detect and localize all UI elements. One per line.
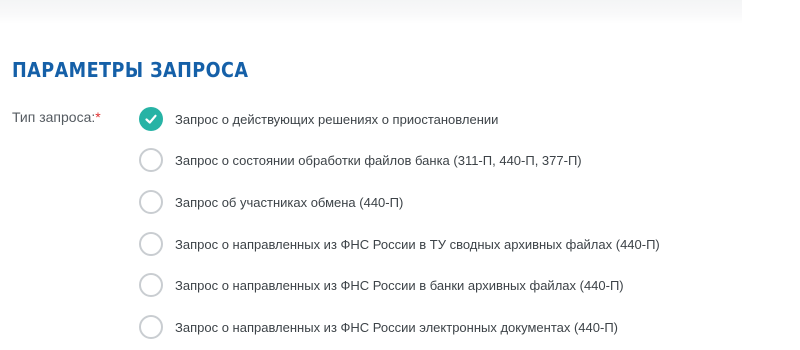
- radio-option-label: Запрос о направленных из ФНС России в ба…: [175, 277, 624, 293]
- radio-option-tu-summary-archive-files[interactable]: Запрос о направленных из ФНС России в ТУ…: [139, 231, 660, 257]
- radio-option-label: Запрос о действующих решениях о приостан…: [175, 111, 499, 127]
- radio-option-file-processing-status[interactable]: Запрос о состоянии обработки файлов банк…: [139, 147, 582, 173]
- radio-option-suspension-decisions[interactable]: Запрос о действующих решениях о приостан…: [139, 106, 498, 132]
- radio-option-label: Запрос о направленных из ФНС России элек…: [175, 319, 618, 335]
- radio-option-exchange-participants[interactable]: Запрос об участниках обмена (440-П): [139, 189, 403, 215]
- request-type-label: Тип запроса:*: [12, 109, 101, 125]
- checkmark-icon: [145, 114, 157, 124]
- radio-button[interactable]: [139, 273, 163, 297]
- radio-button[interactable]: [139, 315, 163, 339]
- top-strip: [0, 0, 742, 24]
- request-type-label-text: Тип запроса:: [12, 109, 96, 125]
- radio-option-label: Запрос об участниках обмена (440-П): [175, 194, 404, 210]
- radio-option-label: Запрос о направленных из ФНС России в ТУ…: [175, 236, 660, 252]
- radio-button[interactable]: [139, 190, 163, 214]
- radio-option-electronic-documents[interactable]: Запрос о направленных из ФНС России элек…: [139, 314, 618, 340]
- radio-button[interactable]: [139, 148, 163, 172]
- radio-button[interactable]: [139, 232, 163, 256]
- radio-button[interactable]: [139, 107, 163, 131]
- radio-option-bank-archive-files[interactable]: Запрос о направленных из ФНС России в ба…: [139, 272, 624, 298]
- radio-option-label: Запрос о состоянии обработки файлов банк…: [175, 152, 582, 168]
- section-title: ПАРАМЕТРЫ ЗАПРОСА: [12, 58, 249, 82]
- required-asterisk: *: [95, 109, 101, 125]
